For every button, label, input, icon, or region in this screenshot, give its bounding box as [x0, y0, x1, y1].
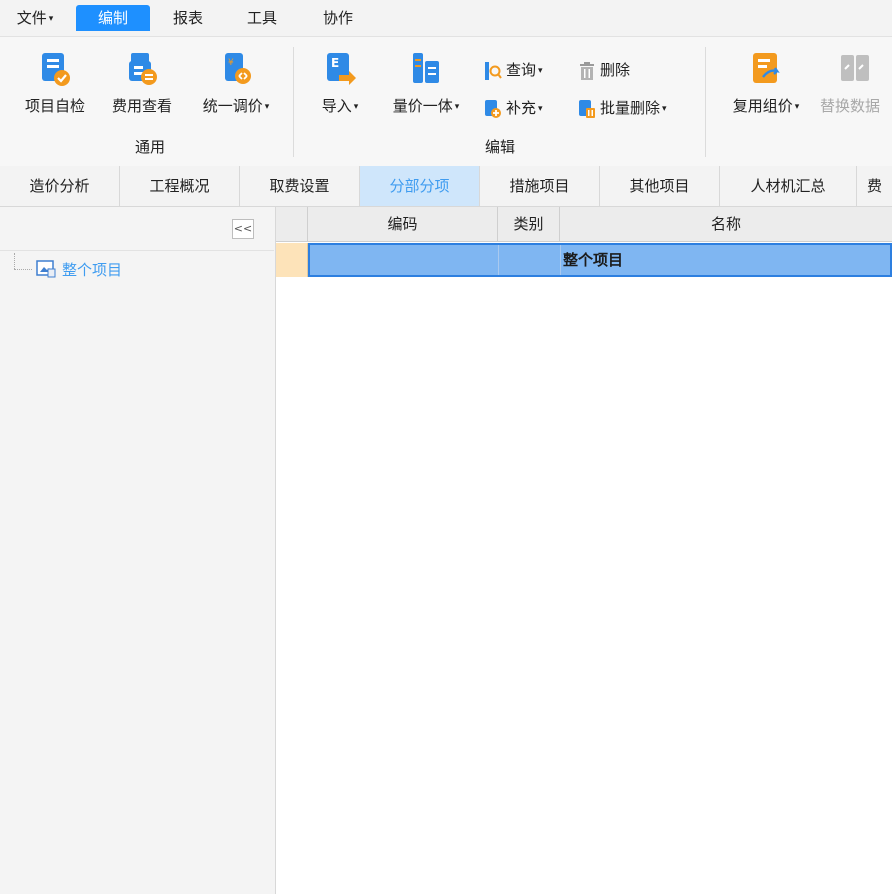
- delete-button[interactable]: 删除: [578, 59, 630, 81]
- chevron-down-icon: ▾: [264, 101, 270, 112]
- tab-cost-analysis[interactable]: 造价分析: [0, 166, 120, 206]
- reuse-group-icon: [749, 51, 783, 87]
- unify-price-icon: ¥: [219, 51, 253, 87]
- supplement-label: 补充: [506, 99, 537, 117]
- qty-price-button[interactable]: 量价一体 ▾: [382, 51, 470, 131]
- replace-data-label: 替换数据: [820, 97, 881, 115]
- chevron-down-icon: ▾: [454, 101, 460, 112]
- menu-collab[interactable]: 协作: [310, 5, 366, 31]
- tree-item-label: 整个项目: [62, 261, 123, 279]
- divider: [0, 250, 274, 251]
- reuse-group-label: 复用组价 ▾: [732, 97, 800, 115]
- column-header-type[interactable]: 类别: [498, 207, 560, 242]
- project-icon: [36, 260, 56, 278]
- cell-type[interactable]: [499, 245, 560, 275]
- menu-file-label: 文件: [16, 9, 47, 27]
- tree-item-whole-project[interactable]: 整个项目: [36, 259, 122, 281]
- tab-fee-settings[interactable]: 取费设置: [240, 166, 360, 206]
- replace-data-button[interactable]: 替换数据: [818, 51, 892, 131]
- view-tabs: 造价分析 工程概况 取费设置 分部分项 措施项目 其他项目 人材机汇总 费: [0, 166, 892, 207]
- import-icon: E: [323, 51, 357, 87]
- menu-tools[interactable]: 工具: [234, 5, 290, 31]
- tab-fee-truncated[interactable]: 费: [857, 166, 892, 206]
- supplement-button[interactable]: 补充 ▾: [484, 97, 543, 119]
- tree-connector: [14, 269, 32, 271]
- menu-edit-label: 编制: [97, 9, 128, 27]
- menu-tools-label: 工具: [246, 9, 277, 27]
- import-label: 导入 ▾: [321, 97, 359, 115]
- tab-project-overview[interactable]: 工程概况: [120, 166, 240, 206]
- import-button[interactable]: E 导入 ▾: [310, 51, 370, 131]
- group-label-edit: 编辑: [484, 138, 515, 156]
- tree-connector: [14, 253, 16, 269]
- svg-text:¥: ¥: [228, 58, 234, 68]
- svg-text:E: E: [331, 56, 339, 70]
- qty-price-label: 量价一体 ▾: [392, 97, 460, 115]
- group-divider: [293, 47, 294, 157]
- row-indicator[interactable]: [276, 243, 308, 277]
- chevron-down-icon: ▾: [353, 101, 359, 112]
- group-label-general: 通用: [134, 138, 165, 156]
- menu-collab-label: 协作: [322, 9, 353, 27]
- ribbon: 项目自检 费用查看 ¥ 统一调价 ▾ 通用 E 导入 ▾ 量价一体 ▾ 查询 ▾…: [0, 36, 892, 167]
- cost-view-icon: [125, 51, 159, 87]
- cost-view-button[interactable]: 费用查看: [102, 51, 182, 131]
- tab-other-items[interactable]: 其他项目: [600, 166, 720, 206]
- batch-delete-label: 批量删除: [600, 99, 661, 117]
- chevron-down-icon: ▾: [794, 101, 800, 112]
- tab-subdivision-items[interactable]: 分部分项: [360, 166, 480, 206]
- query-icon: [484, 61, 502, 81]
- chevron-down-icon: ▾: [662, 103, 667, 114]
- query-label: 查询: [506, 61, 537, 79]
- unify-price-label: 统一调价 ▾: [202, 97, 270, 115]
- column-header-name[interactable]: 名称: [560, 207, 892, 242]
- row-header-corner: [276, 207, 308, 242]
- self-check-label: 项目自检: [24, 97, 85, 115]
- collapse-panel-button[interactable]: <<: [232, 219, 254, 239]
- project-self-check-button[interactable]: 项目自检: [14, 51, 96, 131]
- qty-price-icon: [409, 51, 443, 87]
- batch-delete-icon: [578, 99, 596, 119]
- menu-bar: 文件 ▾ 编制 报表 工具 协作: [0, 0, 892, 36]
- delete-label: 删除: [600, 61, 631, 79]
- query-button[interactable]: 查询 ▾: [484, 59, 543, 81]
- chevron-down-icon: ▾: [48, 13, 54, 24]
- items-grid: 编码 类别 名称 整个项目: [276, 207, 892, 894]
- replace-data-icon: [838, 51, 872, 87]
- group-divider: [705, 47, 706, 157]
- chevron-down-icon: ▾: [538, 103, 543, 114]
- column-header-code[interactable]: 编码: [308, 207, 498, 242]
- cell-name[interactable]: 整个项目: [561, 245, 701, 275]
- trash-icon: [578, 61, 596, 81]
- tree-panel: << 整个项目: [0, 207, 276, 894]
- menu-file[interactable]: 文件 ▾: [6, 5, 64, 31]
- supplement-icon: [484, 99, 502, 119]
- tab-measure-items[interactable]: 措施项目: [480, 166, 600, 206]
- chevron-down-icon: ▾: [538, 65, 543, 76]
- menu-edit[interactable]: 编制: [76, 5, 150, 31]
- table-row-selected[interactable]: 整个项目: [308, 243, 892, 277]
- menu-report[interactable]: 报表: [160, 5, 216, 31]
- batch-delete-button[interactable]: 批量删除 ▾: [578, 97, 667, 119]
- self-check-icon: [38, 51, 72, 87]
- menu-report-label: 报表: [172, 9, 203, 27]
- unify-price-button[interactable]: ¥ 统一调价 ▾: [190, 51, 282, 131]
- cell-code[interactable]: [310, 245, 498, 275]
- tab-labor-material-summary[interactable]: 人材机汇总: [720, 166, 857, 206]
- cost-view-label: 费用查看: [111, 97, 172, 115]
- reuse-group-button[interactable]: 复用组价 ▾: [720, 51, 812, 131]
